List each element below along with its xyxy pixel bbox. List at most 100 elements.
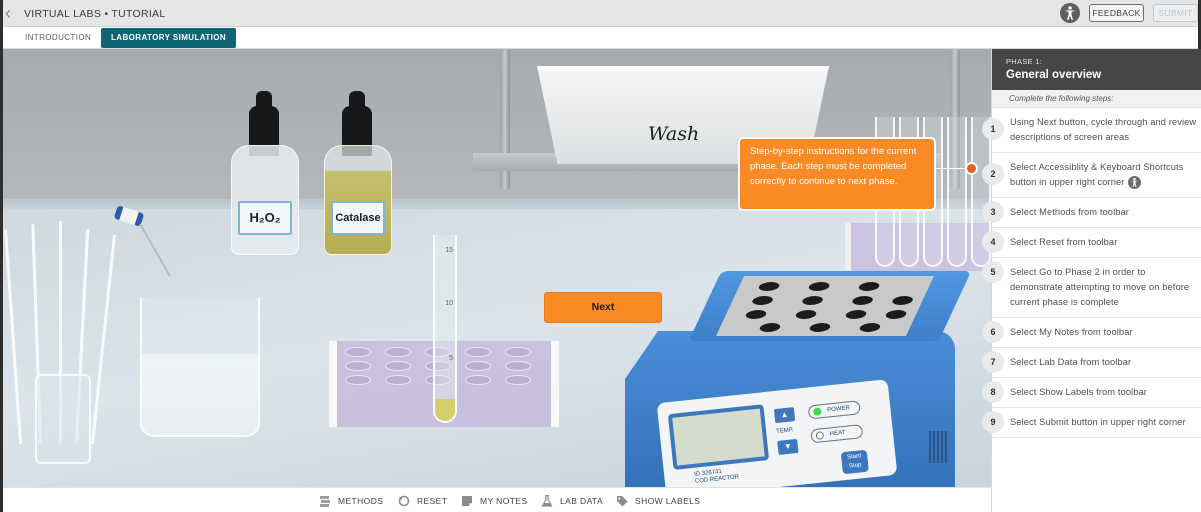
heat-label: HEAT (829, 429, 846, 438)
step-item: 6 Select My Notes from toolbar (982, 318, 1201, 348)
rack-hole (465, 347, 491, 357)
toolbar-lab-data[interactable]: LAB DATA (541, 494, 603, 508)
my-notes-label: MY NOTES (480, 496, 528, 506)
phase-label: PHASE 1: (1006, 57, 1043, 66)
toolbar-methods[interactable]: METHODS (319, 494, 383, 508)
rack-hole (385, 375, 411, 385)
step-item: 7 Select Lab Data from toolbar (982, 348, 1201, 378)
flask-icon (541, 494, 553, 507)
triangle-down-icon: ▼ (783, 441, 793, 452)
notepad-icon (462, 495, 472, 506)
catalase-bottle[interactable]: Catalase (324, 145, 392, 255)
step-text: Select Methods from toolbar (1010, 207, 1129, 217)
submit-button[interactable]: SUBMIT (1153, 4, 1198, 22)
top-bar: ‹ VIRTUAL LABS • TUTORIAL FEEDBACK SUBMI… (3, 0, 1198, 27)
virtual-lab-app: ‹ VIRTUAL LABS • TUTORIAL FEEDBACK SUBMI… (0, 0, 1201, 512)
temp-label: TEMP. (775, 427, 795, 436)
app-title: VIRTUAL LABS • TUTORIAL (24, 8, 166, 20)
heat-button[interactable]: HEAT (810, 424, 864, 444)
step-text: Select Reset from toolbar (1010, 237, 1118, 247)
bottom-toolbar: METHODS RESET MY NOTES LAB DATA SHOW LAB… (3, 487, 991, 512)
step-number: 7 (982, 351, 1004, 373)
block-well (843, 310, 869, 319)
accessibility-button[interactable] (1060, 3, 1080, 23)
triangle-up-icon: ▲ (780, 409, 789, 420)
accessibility-person-icon (1128, 176, 1142, 190)
tooltip-connector (936, 168, 966, 169)
tab-bar: INTRODUCTION LABORATORY SIMULATION (3, 27, 1198, 49)
block-well (857, 323, 883, 332)
step-text: Select Lab Data from toolbar (1010, 357, 1132, 367)
step-text: Select Submit button in upper right corn… (1010, 417, 1186, 427)
cod-reactor[interactable]: ID 326741 COD REACTOR ▲ TEMP. ▼ POWER HE… (625, 271, 985, 487)
methods-label: METHODS (338, 496, 384, 506)
reactor-lcd-display (667, 404, 770, 470)
step-number: 4 (982, 231, 1004, 253)
step-number: 3 (982, 201, 1004, 223)
step-text: Select My Notes from toolbar (1010, 327, 1133, 337)
feedback-button[interactable]: FEEDBACK (1089, 4, 1144, 22)
phase-title: General overview (1006, 69, 1102, 81)
step-number: 9 (982, 411, 1004, 433)
step-item: 4 Select Reset from toolbar (982, 228, 1201, 258)
catalase-bottle-label: Catalase (331, 201, 385, 235)
step-item: 9 Select Submit button in upper right cor… (982, 408, 1201, 438)
instructions-panel: PHASE 1: General overview Complete the f… (982, 49, 1201, 512)
toolbar-reset[interactable]: RESET (398, 494, 447, 508)
tube-mark-15: 15 (445, 247, 453, 254)
accessibility-person-icon (1064, 6, 1076, 20)
tag-icon (617, 495, 628, 507)
toolbar-show-labels[interactable]: SHOW LABELS (616, 494, 700, 508)
step-item: 5 Select Go to Phase 2 in order to demons… (982, 258, 1201, 318)
step-number: 1 (982, 118, 1004, 140)
rack-hole (345, 375, 371, 385)
step-number: 6 (982, 321, 1004, 343)
rack-hole (505, 375, 531, 385)
reset-label: RESET (417, 496, 448, 506)
toolbar-my-notes[interactable]: MY NOTES (461, 494, 527, 508)
power-button[interactable]: POWER (807, 400, 861, 420)
rack-hole (345, 347, 371, 357)
temp-down-button[interactable]: ▼ (777, 438, 799, 455)
beaker-of-water[interactable] (140, 297, 260, 437)
step-item: 8 Select Show Labels from toolbar (982, 378, 1201, 408)
temp-up-button[interactable]: ▲ (773, 407, 796, 424)
step-number: 5 (982, 261, 1004, 283)
steps-list: 1 Using Next button, cycle through and re… (982, 108, 1201, 438)
rack-hole (465, 361, 491, 371)
tab-introduction[interactable]: INTRODUCTION (15, 28, 101, 48)
block-well (807, 323, 833, 332)
lab-data-label: LAB DATA (560, 496, 604, 506)
reactor-id-label: ID 326741 COD REACTOR (694, 467, 739, 486)
step-item: 2 Select Accessiblity & Keyboard Shortcut… (982, 153, 1201, 198)
rack-hole (385, 361, 411, 371)
rod-holder-jar (35, 374, 91, 464)
block-well (806, 282, 832, 291)
rack-hole (345, 361, 371, 371)
graduated-test-tube[interactable]: 15 10 5 (433, 235, 457, 423)
step-number: 8 (982, 381, 1004, 403)
block-well (883, 310, 909, 319)
step-text: Select Show Labels from toolbar (1010, 387, 1147, 397)
start-stop-button[interactable]: Start/ Stop (840, 449, 869, 475)
rack-hole (505, 347, 531, 357)
tube-liquid (435, 399, 455, 421)
step-number: 2 (982, 163, 1004, 185)
phase-header: PHASE 1: General overview (992, 49, 1201, 90)
next-button[interactable]: Next (544, 292, 662, 323)
back-test-tube[interactable] (947, 117, 967, 267)
block-well (743, 310, 769, 319)
block-well (890, 296, 915, 305)
block-well (793, 310, 819, 319)
h2o2-bottle[interactable]: H₂O₂ (231, 145, 299, 255)
step-item: 3 Select Methods from toolbar (982, 198, 1201, 228)
step-text: Select Accessiblity & Keyboard Shortcuts… (1010, 162, 1184, 187)
tube-mark-5: 5 (449, 355, 453, 362)
block-well (756, 282, 782, 291)
instruction-tooltip: Step-by-step instructions for the curren… (738, 137, 936, 211)
block-well (856, 282, 882, 291)
tab-laboratory-simulation[interactable]: LABORATORY SIMULATION (101, 28, 237, 48)
step-text: Using Next button, cycle through and rev… (1010, 117, 1197, 142)
back-chevron-icon[interactable]: ‹ (5, 4, 19, 22)
power-label: POWER (826, 405, 851, 414)
